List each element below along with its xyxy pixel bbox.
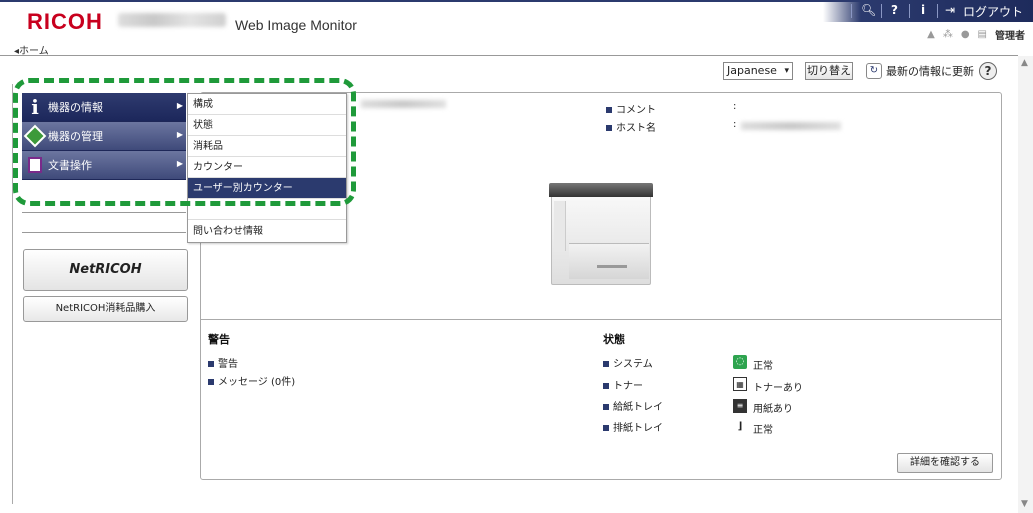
- chevron-right-icon: ▶: [176, 159, 183, 168]
- toolbar-separator: [937, 4, 938, 18]
- info-icon: i: [31, 95, 39, 119]
- bullet-icon: [603, 425, 609, 431]
- language-value: Japanese: [727, 64, 777, 77]
- device-name-blurred: [361, 100, 446, 108]
- left-frame-border: [12, 84, 13, 504]
- sidebar-item-device-manage[interactable]: 機器の管理 ▶: [22, 122, 186, 151]
- status-label-output-tray: 排紙トレイ: [603, 419, 663, 434]
- status-title: 状態: [603, 333, 625, 346]
- top-toolbar: 🔍︎ ? i ⇥ ログアウト: [823, 0, 1033, 22]
- ricoh-logo: RICOH: [27, 9, 103, 34]
- bullet-icon: [603, 383, 609, 389]
- document-status-icon: ▤: [977, 29, 987, 40]
- host-name-blurred: [741, 122, 841, 130]
- status-label-system: システム: [603, 355, 653, 370]
- help-button[interactable]: ?: [979, 62, 997, 80]
- sidebar-item-device-info[interactable]: i 機器の情報 ▶: [22, 93, 186, 122]
- bullet-icon: [606, 107, 612, 113]
- submenu-item-inquiry[interactable]: 問い合わせ情報: [188, 221, 346, 242]
- admin-status-row: ▲ ⁂ ● ▤ 管理者: [927, 27, 1025, 42]
- device-info-submenu: 構成 状態 消耗品 カウンター ユーザー別カウンター 問い合わせ情報: [187, 93, 347, 243]
- netricoh-button[interactable]: NetRICOH: [23, 249, 188, 291]
- user-icon: ●: [960, 29, 970, 40]
- status-value-toner: トナーあり: [753, 383, 803, 394]
- logout-icon[interactable]: ⇥: [945, 3, 955, 17]
- breadcrumb-divider: [0, 55, 1018, 56]
- bullet-icon: [603, 361, 609, 367]
- chevron-right-icon: ▶: [176, 101, 183, 110]
- refresh-label: 最新の情報に更新: [886, 65, 974, 78]
- submenu-item-hidden[interactable]: [188, 199, 346, 220]
- ok-icon: ◌: [733, 355, 747, 369]
- scroll-down-arrow[interactable]: ▼: [1021, 499, 1028, 509]
- status-value-system: 正常: [753, 361, 773, 372]
- help-icon[interactable]: ?: [891, 3, 898, 17]
- status-label-paper-tray: 給紙トレイ: [603, 398, 663, 413]
- sidebar-divider: [22, 212, 186, 213]
- view-details-button[interactable]: 詳細を確認する: [897, 453, 993, 473]
- alert-item[interactable]: 警告: [208, 355, 238, 370]
- sidebar-item-label: 文書操作: [48, 159, 92, 172]
- document-icon: [28, 157, 42, 173]
- admin-label: 管理者: [995, 31, 1025, 42]
- submenu-item-configuration[interactable]: 構成: [188, 94, 346, 115]
- refresh-button[interactable]: ↻ 最新の情報に更新: [866, 61, 974, 81]
- refresh-icon: ↻: [866, 63, 882, 79]
- header: RICOH Web Image Monitor 🔍︎ ? i ⇥ ログアウト ▲…: [0, 0, 1033, 44]
- toner-icon: ▦: [733, 377, 747, 391]
- lock-icon: ▲: [927, 29, 935, 40]
- model-name-blurred: [118, 13, 226, 27]
- side-menu: i 機器の情報 ▶ 機器の管理 ▶ 文書操作 ▶: [22, 93, 186, 180]
- switch-language-button[interactable]: 切り替え: [805, 62, 853, 80]
- status-label-toner: トナー: [603, 377, 643, 392]
- message-item[interactable]: メッセージ (0件): [208, 373, 295, 388]
- info-icon[interactable]: i: [921, 3, 925, 17]
- bullet-icon: [603, 404, 609, 410]
- logout-link[interactable]: ログアウト: [963, 3, 1023, 20]
- comment-label: コメント: [606, 101, 656, 116]
- network-icon: ⁂: [942, 29, 953, 40]
- vertical-scrollbar[interactable]: ▲ ▼: [1018, 56, 1033, 513]
- printer-image: [549, 183, 653, 291]
- sidebar-item-label: 機器の情報: [48, 101, 103, 114]
- language-select[interactable]: Japanese ▾: [723, 62, 793, 80]
- chevron-right-icon: ▶: [176, 130, 183, 139]
- submenu-item-user-counter[interactable]: ユーザー別カウンター: [188, 178, 346, 199]
- status-value-paper-tray: 用紙あり: [753, 404, 793, 415]
- alerts-title: 警告: [208, 333, 230, 346]
- search-icon[interactable]: 🔍︎: [861, 3, 876, 17]
- scroll-up-arrow[interactable]: ▲: [1021, 58, 1028, 68]
- sidebar-item-label: 機器の管理: [48, 130, 103, 143]
- submenu-item-consumables[interactable]: 消耗品: [188, 136, 346, 157]
- bullet-icon: [208, 361, 214, 367]
- device-manage-icon: [23, 124, 47, 148]
- toolbar-separator: [851, 4, 852, 18]
- host-value: :: [733, 119, 737, 130]
- panel-divider: [201, 319, 1001, 320]
- toolbar-separator: [881, 4, 882, 18]
- app-title: Web Image Monitor: [235, 17, 357, 33]
- sidebar-divider: [22, 232, 186, 233]
- submenu-item-status[interactable]: 状態: [188, 115, 346, 136]
- toolbar-separator: [909, 4, 910, 18]
- bullet-icon: [606, 125, 612, 131]
- output-tray-icon: ⌋: [737, 421, 743, 432]
- host-label: ホスト名: [606, 119, 656, 134]
- paper-tray-icon: ≡: [733, 399, 747, 413]
- comment-value: :: [733, 101, 737, 112]
- netricoh-buy-button[interactable]: NetRICOH消耗品購入: [23, 296, 188, 322]
- sidebar-item-document[interactable]: 文書操作 ▶: [22, 151, 186, 180]
- submenu-item-counter[interactable]: カウンター: [188, 157, 346, 178]
- status-value-output-tray: 正常: [753, 425, 773, 436]
- chevron-down-icon: ▾: [784, 66, 789, 76]
- bullet-icon: [208, 379, 214, 385]
